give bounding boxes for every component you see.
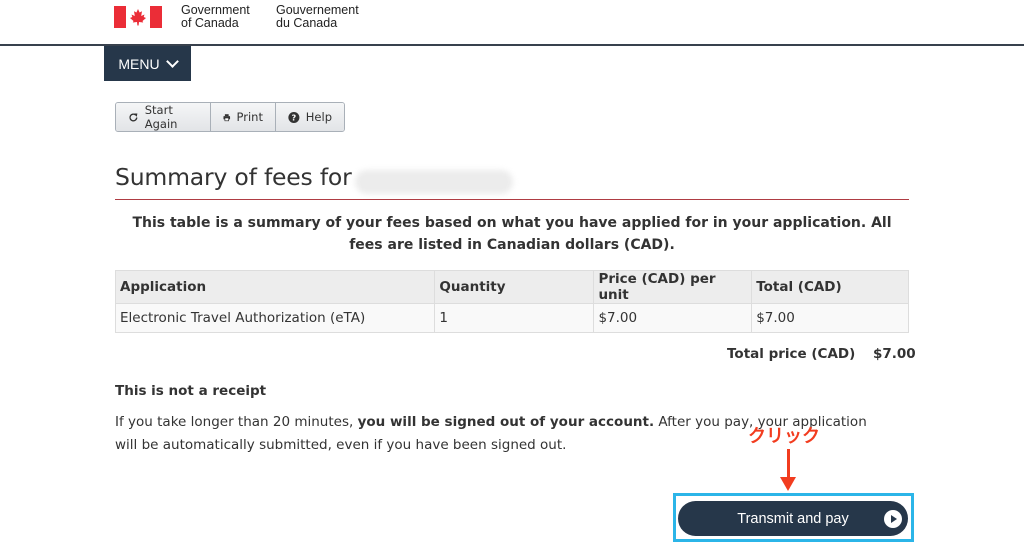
down-arrow-icon: [780, 477, 796, 491]
total-price-label: Total price (CAD): [727, 346, 856, 362]
total-price-value: $7.00: [873, 346, 916, 362]
question-circle-icon: ?: [288, 111, 300, 123]
column-header-total: Total (CAD): [751, 270, 909, 304]
print-button[interactable]: Print: [211, 103, 276, 131]
printer-icon: [223, 113, 231, 121]
fees-table: Application Quantity Price (CAD) per uni…: [114, 270, 909, 333]
table-header-row: Application Quantity Price (CAD) per uni…: [114, 270, 909, 304]
cell-application: Electronic Travel Authorization (eTA): [114, 303, 436, 333]
cell-quantity: 1: [434, 303, 595, 333]
help-label: Help: [305, 110, 332, 124]
annotation-arrow-shaft: [787, 449, 790, 479]
start-again-label: Start Again: [144, 103, 178, 131]
menu-button[interactable]: MENU: [104, 46, 191, 81]
title-divider: [115, 199, 909, 200]
chevron-down-icon: [165, 55, 179, 68]
click-annotation: クリック: [748, 426, 820, 447]
play-circle-icon: [884, 510, 902, 528]
signature-fr-line2: du Canada: [276, 16, 338, 30]
note-bold-text: you will be signed out of your account.: [357, 414, 655, 430]
cell-total: $7.00: [751, 303, 909, 333]
page-title: Summary of fees for: [115, 163, 352, 191]
transmit-and-pay-button[interactable]: Transmit and pay: [678, 501, 908, 536]
cell-price-per-unit: $7.00: [593, 303, 753, 333]
government-of-canada-wordmark[interactable]: Government of Canada: [181, 4, 250, 30]
canada-flag-icon: [114, 6, 162, 28]
start-again-button[interactable]: Start Again: [116, 103, 211, 131]
gouvernement-du-canada-wordmark[interactable]: Gouvernement du Canada: [276, 4, 359, 30]
note-text-1: If you take longer than 20 minutes,: [115, 414, 358, 430]
fees-intro-text: This table is a summary of your fees bas…: [132, 215, 892, 253]
column-header-quantity: Quantity: [434, 270, 595, 304]
receipt-heading: This is not a receipt: [115, 383, 267, 399]
column-header-price-per-unit: Price (CAD) per unit: [593, 270, 753, 304]
table-row: Electronic Travel Authorization (eTA) 1 …: [114, 303, 909, 333]
help-button[interactable]: ? Help: [276, 103, 344, 131]
column-header-application: Application: [114, 270, 436, 304]
redacted-name: [355, 170, 513, 194]
menu-label: MENU: [118, 55, 160, 72]
action-toolbar: Start Again Print ? Help: [115, 102, 345, 132]
signature-en-line2: of Canada: [181, 16, 239, 30]
print-label: Print: [236, 110, 263, 124]
refresh-icon: [129, 112, 138, 121]
site-header: Government of Canada Gouvernement du Can…: [0, 0, 1024, 46]
svg-text:?: ?: [292, 112, 297, 122]
transmit-and-pay-label: Transmit and pay: [737, 510, 849, 527]
